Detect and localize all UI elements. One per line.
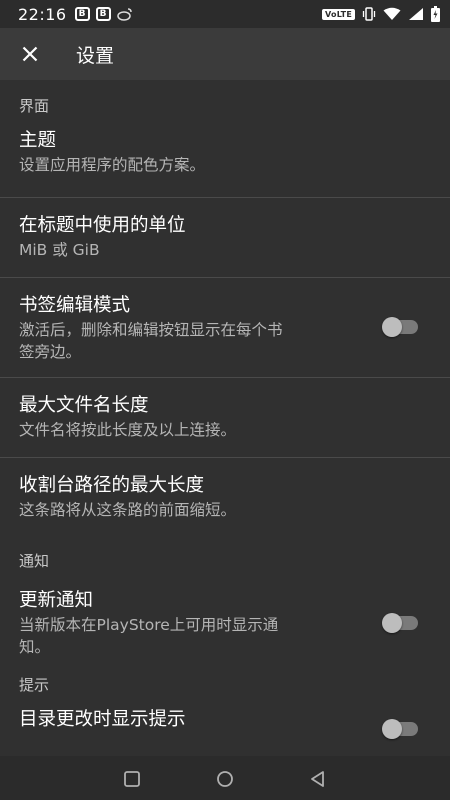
weibo-icon: [116, 8, 132, 21]
status-time: 22:16: [18, 4, 67, 24]
home-icon[interactable]: [215, 769, 235, 789]
show-tips-toggle[interactable]: [382, 719, 420, 739]
pref-summary-line: 签旁边。: [19, 343, 82, 361]
pref-title: 在标题中使用的单位: [19, 215, 186, 236]
pref-title: 目录更改时显示提示: [19, 709, 186, 730]
update-notification-toggle[interactable]: [382, 613, 420, 633]
signal-icon: [409, 8, 423, 20]
pref-summary: 文件名将按此长度及以上连接。: [19, 421, 237, 439]
volte-badge: VoLTE: [322, 8, 355, 20]
pref-bookmark-edit-mode[interactable]: 书签编辑模式 激活后，删除和编辑按钮显示在每个书 签旁边。: [0, 278, 450, 377]
section-header-notifications: 通知: [19, 552, 50, 570]
pref-theme[interactable]: 主题 设置应用程序的配色方案。: [0, 128, 450, 197]
app-toolbar: 设置: [0, 28, 450, 80]
pref-summary-line: 当新版本在PlayStore上可用时显示通: [19, 616, 279, 634]
recents-icon[interactable]: [122, 769, 142, 789]
status-bar: 22:16 B B VoLTE: [0, 0, 450, 28]
status-right-icons: VoLTE: [322, 6, 440, 22]
pref-units[interactable]: 在标题中使用的单位 MiB 或 GiB: [0, 198, 450, 277]
section-header-tips: 提示: [19, 676, 50, 694]
pref-summary-line: 知。: [19, 638, 51, 656]
pref-text: 目录更改时显示提示: [19, 707, 364, 733]
pref-title: 更新通知: [19, 590, 94, 611]
close-icon: [22, 46, 38, 62]
pref-summary: MiB 或 GiB: [19, 241, 100, 259]
pref-summary-line: 激活后，删除和编辑按钮显示在每个书: [19, 321, 283, 339]
notification-b-icon: B: [95, 7, 111, 21]
notification-icons: B B: [74, 7, 133, 21]
vibrate-icon: [362, 7, 376, 21]
system-nav-bar: [0, 756, 450, 800]
pref-update-notification[interactable]: 更新通知 当新版本在PlayStore上可用时显示通 知。: [0, 580, 450, 667]
pref-title: 主题: [19, 130, 57, 151]
pref-show-tips-on-dir-change[interactable]: 目录更改时显示提示: [0, 707, 450, 756]
pref-title: 最大文件名长度: [19, 395, 149, 416]
section-header-interface: 界面: [19, 97, 50, 115]
battery-icon: [431, 6, 440, 22]
switch-thumb: [382, 317, 402, 337]
wifi-icon: [383, 7, 401, 20]
switch-thumb: [382, 719, 402, 739]
page-title: 设置: [76, 44, 115, 67]
pref-text: 更新通知 当新版本在PlayStore上可用时显示通 知。: [19, 588, 364, 658]
pref-summary: 设置应用程序的配色方案。: [19, 156, 206, 174]
pref-title: 收割台路径的最大长度: [19, 475, 205, 496]
bookmark-edit-mode-toggle[interactable]: [382, 317, 420, 337]
pref-max-path-length[interactable]: 收割台路径的最大长度 这条路将从这条路的前面缩短。: [0, 458, 450, 539]
pref-title: 书签编辑模式: [19, 295, 131, 316]
settings-list[interactable]: 界面 主题 设置应用程序的配色方案。 在标题中使用的单位 MiB 或 GiB 书…: [0, 80, 450, 756]
pref-summary: 这条路将从这条路的前面缩短。: [19, 501, 237, 519]
switch-thumb: [382, 613, 402, 633]
close-button[interactable]: [0, 28, 62, 80]
back-icon[interactable]: [308, 769, 328, 789]
pref-max-filename-length[interactable]: 最大文件名长度 文件名将按此长度及以上连接。: [0, 378, 450, 457]
pref-text: 书签编辑模式 激活后，删除和编辑按钮显示在每个书 签旁边。: [19, 293, 364, 363]
notification-b-icon: B: [74, 7, 90, 21]
